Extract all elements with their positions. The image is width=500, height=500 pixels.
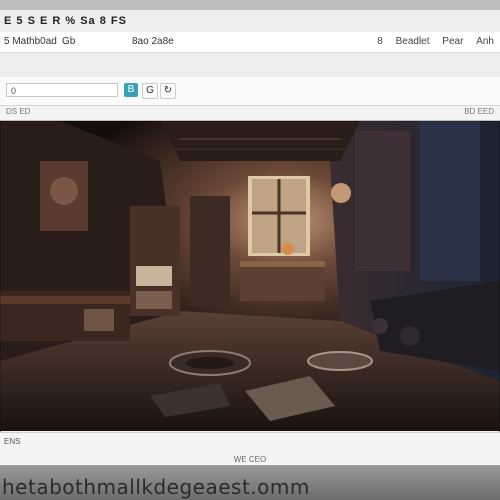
floor-rug-2 <box>307 351 373 371</box>
toolbar: 0 B G ↻ <box>0 77 500 106</box>
menu-item-1[interactable]: 5 Mathb0ad <box>4 36 57 47</box>
window-title: E 5 S E R % Sa 8 FS <box>4 15 127 27</box>
status-right: BD EED <box>464 107 494 116</box>
window-titlebar: E 5 S E R % Sa 8 FS <box>0 10 500 33</box>
scene-image <box>0 121 500 431</box>
status-left: DS ED <box>6 107 31 116</box>
toolbar-spacer <box>0 53 500 77</box>
menu-bar: 5 Mathb0ad Gb 8ao 2a8e 8 Beadlet Pear An… <box>0 32 500 53</box>
menu-right-4[interactable]: Anh <box>476 36 494 47</box>
bottom-left-label: ENS <box>4 437 21 446</box>
menu-right-1[interactable]: 8 <box>377 36 383 47</box>
toolbar-button-g[interactable]: G <box>142 83 158 99</box>
refresh-icon[interactable]: ↻ <box>160 83 176 99</box>
bottom-center-label: WE CEO <box>233 455 267 464</box>
menu-right-2[interactable]: Beadlet <box>396 36 430 47</box>
toolbar-button-b[interactable]: B <box>124 83 138 97</box>
monitor-bezel: hetabothmallkdegeaest.omm <box>0 465 500 500</box>
menu-item-3[interactable]: 8ao 2a8e <box>132 36 174 47</box>
menu-right-3[interactable]: Pear <box>442 36 463 47</box>
bottom-bar: ENS WE CEO <box>0 432 500 465</box>
bezel-url-text: hetabothmallkdegeaest.omm <box>2 475 310 499</box>
menu-right-group: 8 Beadlet Pear Anh <box>367 36 494 47</box>
monitor-screen: E 5 S E R % Sa 8 FS 5 Mathb0ad Gb 8ao 2a… <box>0 10 500 465</box>
menu-item-2[interactable]: Gb <box>62 36 75 47</box>
address-field[interactable]: 0 <box>6 83 118 97</box>
status-line: DS ED BD EED <box>0 106 500 121</box>
right-shelf <box>355 131 410 271</box>
ceiling <box>160 121 360 161</box>
